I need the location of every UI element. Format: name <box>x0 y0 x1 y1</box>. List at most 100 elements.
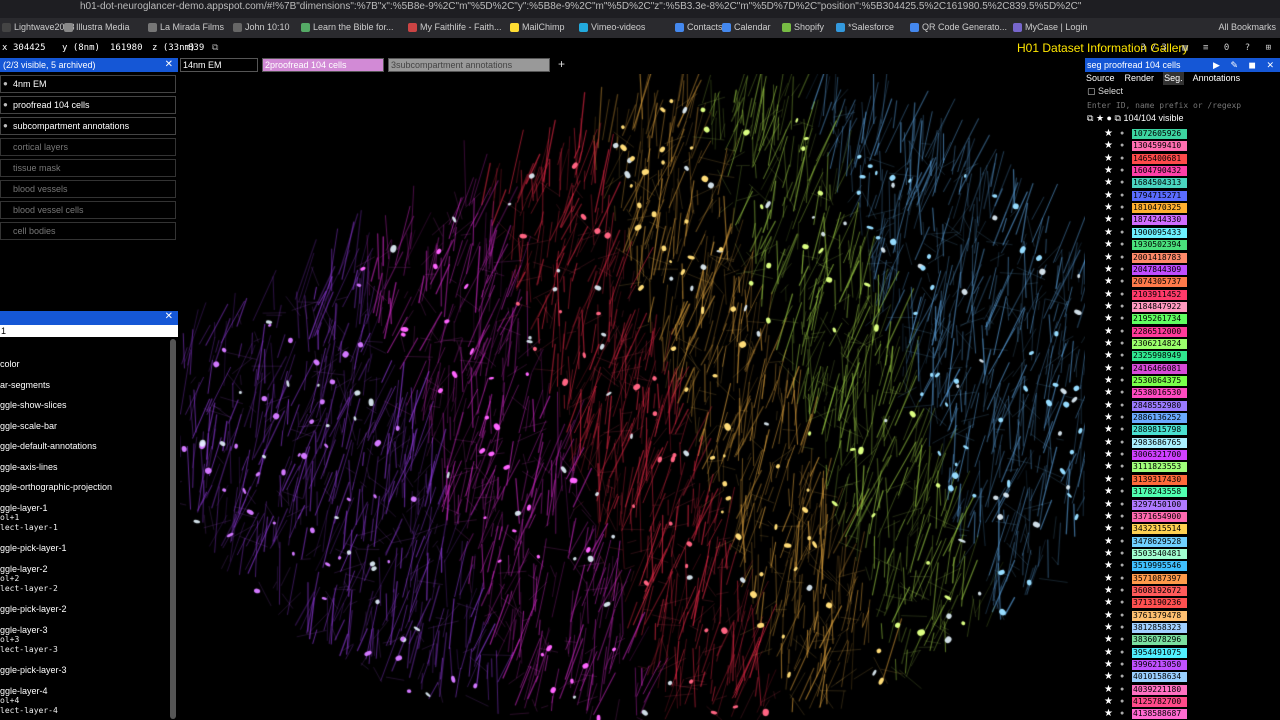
eye-icon[interactable]: ● <box>1120 624 1124 631</box>
segment-row[interactable]: ★ ● 2530864375 <box>1085 375 1280 387</box>
layer-row[interactable]: tissue mask <box>0 159 176 177</box>
segment-row[interactable]: ★ ● 4138588687 <box>1085 708 1280 720</box>
tab-source[interactable]: Source <box>1085 72 1116 85</box>
segment-row[interactable]: ★ ● 3713190236 <box>1085 597 1280 609</box>
segment-id[interactable]: 1930502394 <box>1132 240 1187 251</box>
star-icon[interactable]: ★ <box>1104 461 1113 472</box>
eye-icon[interactable]: ● <box>1120 525 1124 532</box>
tab-annotations[interactable]: Annotations <box>1192 72 1242 85</box>
segment-id[interactable]: 2103911452 <box>1132 289 1187 300</box>
segment-id[interactable]: 1794715271 <box>1132 190 1187 201</box>
segment-id[interactable]: 2195261734 <box>1132 314 1187 325</box>
eye-icon[interactable]: ● <box>1120 389 1124 396</box>
checkbox-icon[interactable]: ▢ <box>1087 86 1096 96</box>
bookmark-item[interactable]: Contacts <box>675 22 723 32</box>
bookmark-item[interactable]: *Salesforce <box>836 22 894 32</box>
star-icon[interactable]: ★ <box>1104 301 1113 312</box>
bookmark-item[interactable]: Illustra Media <box>64 22 130 32</box>
segment-row[interactable]: ★ ● 1304599410 <box>1085 140 1280 152</box>
panel-header-icons[interactable]: ▶ ✎ ◼ ✕ <box>1213 58 1278 72</box>
segment-row[interactable]: ★ ● 1794715271 <box>1085 190 1280 202</box>
star-icon[interactable]: ★ <box>1104 560 1113 571</box>
star-icon[interactable]: ★ <box>1104 449 1113 460</box>
segment-row[interactable]: ★ ● 3519995546 <box>1085 560 1280 572</box>
segment-row[interactable]: ★ ● 3836078296 <box>1085 634 1280 646</box>
star-icon[interactable]: ★ <box>1104 671 1113 682</box>
segment-id[interactable]: 1465400681 <box>1132 153 1187 164</box>
segment-id[interactable]: 3812858323 <box>1132 623 1187 633</box>
eye-icon[interactable]: ● <box>1120 266 1124 273</box>
star-icon[interactable]: ★ <box>1104 153 1113 164</box>
star-icon[interactable]: ★ <box>1104 610 1113 621</box>
segment-id[interactable]: 3371654900 <box>1132 511 1187 522</box>
eye-icon[interactable]: ● <box>1120 476 1124 483</box>
eye-icon[interactable]: ● <box>1120 414 1124 421</box>
eye-icon[interactable]: ● <box>1120 204 1124 211</box>
segment-row[interactable]: ★ ● 3478629528 <box>1085 536 1280 548</box>
star-icon[interactable]: ★ <box>1104 375 1113 386</box>
segment-row[interactable]: ★ ● 3954491075 <box>1085 647 1280 659</box>
segment-id[interactable]: 3713190236 <box>1132 598 1187 609</box>
segment-id[interactable]: 2286512000 <box>1132 326 1187 337</box>
star-icon[interactable]: ★ <box>1104 523 1113 534</box>
bookmark-item[interactable]: MailChimp <box>510 22 565 32</box>
eye-icon[interactable]: ● <box>1120 340 1124 347</box>
star-icon[interactable]: ★ <box>1104 511 1113 522</box>
segment-id[interactable]: 3519995546 <box>1132 561 1187 572</box>
star-icon[interactable]: ★ <box>1104 289 1113 300</box>
star-icon[interactable]: ★ <box>1104 536 1113 547</box>
star-icon[interactable]: ★ <box>1104 400 1113 411</box>
segment-id[interactable]: 2074305737 <box>1132 277 1187 288</box>
add-layer-button[interactable]: + <box>558 57 565 71</box>
segment-id[interactable]: 2047844309 <box>1132 264 1187 275</box>
segment-id[interactable]: 3006321700 <box>1132 450 1187 461</box>
tab-render[interactable]: Render <box>1124 72 1156 85</box>
segment-id[interactable]: 3608192672 <box>1132 585 1187 596</box>
star-icon[interactable]: ★ <box>1104 363 1113 374</box>
star-icon[interactable]: ★ <box>1104 708 1113 719</box>
segment-row[interactable]: ★ ● 2886136252 <box>1085 412 1280 424</box>
star-icon[interactable]: ★ <box>1104 338 1113 349</box>
segment-id[interactable]: 1684504313 <box>1132 178 1187 189</box>
segment-row[interactable]: ★ ● 2195261734 <box>1085 313 1280 325</box>
eye-icon[interactable]: ● <box>1120 167 1124 174</box>
star-icon[interactable]: ★ <box>1104 190 1113 201</box>
segment-id[interactable]: 1072605926 <box>1132 129 1187 139</box>
star-icon[interactable]: ★ <box>1104 276 1113 287</box>
segment-id[interactable]: 2886136252 <box>1132 413 1187 424</box>
segment-row[interactable]: ★ ● 3812858323 <box>1085 622 1280 634</box>
layer-tab[interactable]: 14nm EM <box>180 58 258 72</box>
segment-id[interactable]: 1304599410 <box>1132 141 1187 152</box>
star-icon[interactable]: ★ <box>1104 350 1113 361</box>
eye-icon[interactable]: ● <box>1120 686 1124 693</box>
segment-row[interactable]: ★ ● 3996213050 <box>1085 659 1280 671</box>
segment-id[interactable]: 3996213050 <box>1132 660 1187 671</box>
eye-icon[interactable]: ● <box>1120 303 1124 310</box>
segment-id[interactable]: 3432315514 <box>1132 524 1187 535</box>
segment-id[interactable]: 4138588687 <box>1132 709 1187 720</box>
segment-row[interactable]: ★ ● 2306214824 <box>1085 338 1280 350</box>
neuron-render-canvas[interactable] <box>180 74 1085 720</box>
segment-row[interactable]: ★ ● 3371654900 <box>1085 511 1280 523</box>
layer-tab[interactable]: 3subcompartment annotations <box>388 58 550 72</box>
segment-id[interactable]: 1900095433 <box>1132 227 1187 238</box>
eye-icon[interactable]: ● <box>1120 599 1124 606</box>
star-icon[interactable]: ★ <box>1104 437 1113 448</box>
eye-icon[interactable]: ● <box>1120 229 1124 236</box>
segment-row[interactable]: ★ ● 3178243558 <box>1085 486 1280 498</box>
segment-row[interactable]: ★ ● 1684504313 <box>1085 177 1280 189</box>
copy-icon[interactable]: ⧉ <box>1115 113 1121 123</box>
segment-row[interactable]: ★ ● 3006321700 <box>1085 449 1280 461</box>
layer-row[interactable]: cell bodies <box>0 222 176 240</box>
segment-id[interactable]: 3478629528 <box>1132 536 1187 547</box>
segment-row[interactable]: ★ ● 4125782700 <box>1085 696 1280 708</box>
eye-icon[interactable]: ● <box>1120 562 1124 569</box>
star-icon[interactable]: ★ <box>1104 634 1113 645</box>
segment-row[interactable]: ★ ● 1930502394 <box>1085 239 1280 251</box>
layer-row[interactable]: cortical layers <box>0 138 176 156</box>
address-bar[interactable]: h01-dot-neuroglancer-demo.appspot.com/#!… <box>0 0 1280 18</box>
star-icon[interactable]: ★ <box>1104 313 1113 324</box>
star-icon[interactable]: ★ <box>1104 128 1113 139</box>
segment-row[interactable]: ★ ● 3571087397 <box>1085 573 1280 585</box>
eye-icon[interactable]: ● <box>1120 612 1124 619</box>
